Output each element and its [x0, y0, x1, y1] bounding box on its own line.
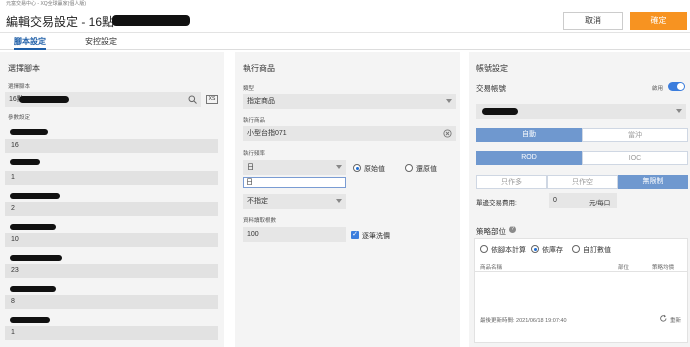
product-input[interactable]: 小型台指071: [243, 126, 456, 141]
seg-rod[interactable]: ROD: [476, 151, 582, 165]
param-name-redacted: [10, 286, 56, 292]
product-panel: 執行商品 類型 指定商品 執行商品 小型台指071 執行頻率 日 日 原始值 還…: [235, 52, 460, 347]
freq-value: 日: [247, 164, 254, 171]
tick-checkbox-label: 逐筆洗價: [362, 233, 390, 240]
script-label: 選擇腳本: [8, 84, 31, 90]
seg-unlimited[interactable]: 無限制: [618, 175, 688, 189]
bars-input[interactable]: 100: [243, 227, 346, 242]
param-name-redacted: [10, 224, 56, 230]
tab-bar: 腳本設定 安控設定: [0, 34, 690, 50]
adj-radio-restored[interactable]: [405, 164, 413, 172]
base-select[interactable]: 不指定: [243, 194, 346, 209]
type-select[interactable]: 指定商品: [243, 94, 456, 109]
xs-icon[interactable]: XS: [206, 95, 218, 104]
adj-label-original: 原始值: [364, 166, 385, 173]
product-panel-title: 執行商品: [243, 64, 275, 73]
param-field[interactable]: 8: [5, 295, 218, 309]
help-icon[interactable]: ?: [509, 226, 516, 233]
adj-label-restored: 還原值: [416, 166, 437, 173]
freq-select[interactable]: 日: [243, 160, 346, 175]
account-select[interactable]: [476, 104, 686, 119]
product-label: 執行商品: [243, 118, 266, 124]
adj-radio-original[interactable]: [353, 164, 361, 172]
seg-daytrade[interactable]: 當沖: [582, 128, 688, 142]
script-input[interactable]: 16點: [5, 92, 201, 107]
last-updated: 最後更新時間: 2021/06/18 19:07:40: [480, 318, 567, 324]
seg-auto[interactable]: 自動: [476, 128, 582, 142]
clear-icon[interactable]: [443, 129, 452, 138]
param-field[interactable]: 1: [5, 326, 218, 340]
dialog-header: 編輯交易設定 - 16點 取消 確定: [0, 9, 690, 33]
strategy-label-custom: 自訂數值: [583, 247, 611, 254]
strategy-label-inventory: 依庫存: [542, 247, 563, 254]
strategy-radio-inventory[interactable]: [531, 245, 539, 253]
chevron-down-icon: [336, 165, 342, 169]
strategy-title: 策略部位: [476, 227, 506, 236]
refresh-label[interactable]: 重新: [670, 316, 681, 324]
refresh-icon[interactable]: [659, 314, 668, 323]
cancel-button[interactable]: 取消: [563, 12, 623, 30]
tick-checkbox[interactable]: ✓: [351, 231, 359, 239]
chevron-down-icon: [676, 109, 682, 113]
type-label: 類型: [243, 86, 255, 92]
param-field[interactable]: 2: [5, 202, 218, 216]
param-name-redacted: [10, 317, 50, 323]
account-panel: 帳號設定 交易帳號 啟用 自動 當沖 ROD IOC 只作多 只作空 無限制 單…: [469, 52, 690, 347]
fee-unit: 元/每口: [589, 200, 611, 207]
param-field[interactable]: 10: [5, 233, 218, 247]
enable-label: 啟用: [652, 86, 664, 92]
seg-short-only[interactable]: 只作空: [547, 175, 618, 189]
freq-dropdown-option[interactable]: 日: [243, 177, 346, 188]
param-field[interactable]: 16: [5, 139, 218, 153]
strategy-label-script: 依腳本計算: [491, 247, 526, 254]
tab-safety-settings[interactable]: 安控設定: [85, 36, 117, 50]
script-panel-title: 選擇腳本: [8, 64, 40, 73]
param-name-redacted: [10, 193, 60, 199]
freq-label: 執行頻率: [243, 151, 266, 157]
ok-button[interactable]: 確定: [630, 12, 687, 30]
chevron-down-icon: [336, 199, 342, 203]
col-avg-price: 策略均價: [652, 265, 675, 271]
type-value: 指定商品: [247, 98, 275, 105]
chevron-down-icon: [446, 99, 452, 103]
col-product-name: 商品名稱: [480, 265, 503, 271]
account-panel-title: 帳號設定: [476, 64, 508, 73]
position-table-header: 商品名稱 部位 策略均價: [474, 260, 688, 272]
dialog-title: 編輯交易設定 - 16點: [6, 15, 115, 29]
strategy-radio-script[interactable]: [480, 245, 488, 253]
param-name-redacted: [10, 129, 48, 135]
product-value: 小型台指071: [247, 130, 287, 137]
trade-account-label: 交易帳號: [476, 84, 506, 93]
col-position: 部位: [618, 265, 630, 271]
window-titlebar: 元富交易中心 - XQ全球贏家(個人版): [0, 0, 690, 9]
redaction-bar: [19, 96, 69, 103]
bars-label: 資料讀取根數: [243, 218, 277, 224]
tab-script-settings[interactable]: 腳本設定: [14, 36, 46, 50]
redaction-bar: [482, 108, 518, 115]
redaction-bar: [112, 15, 190, 26]
param-name-redacted: [10, 159, 40, 165]
fee-label: 單邊交易費用:: [476, 200, 517, 207]
params-label: 參數設定: [8, 115, 31, 121]
enable-toggle[interactable]: [668, 82, 685, 91]
seg-long-only[interactable]: 只作多: [476, 175, 547, 189]
strategy-radio-custom[interactable]: [572, 245, 580, 253]
base-value: 不指定: [247, 198, 268, 205]
param-field[interactable]: 1: [5, 171, 218, 185]
param-field[interactable]: 23: [5, 264, 218, 278]
search-icon[interactable]: [188, 95, 197, 104]
script-panel: 選擇腳本 選擇腳本 16點 XS 參數設定 16 1 2 10 23 8 1: [0, 52, 224, 347]
param-name-redacted: [10, 255, 62, 261]
window-title: 元富交易中心 - XQ全球贏家(個人版): [6, 1, 86, 7]
seg-ioc[interactable]: IOC: [582, 151, 688, 165]
